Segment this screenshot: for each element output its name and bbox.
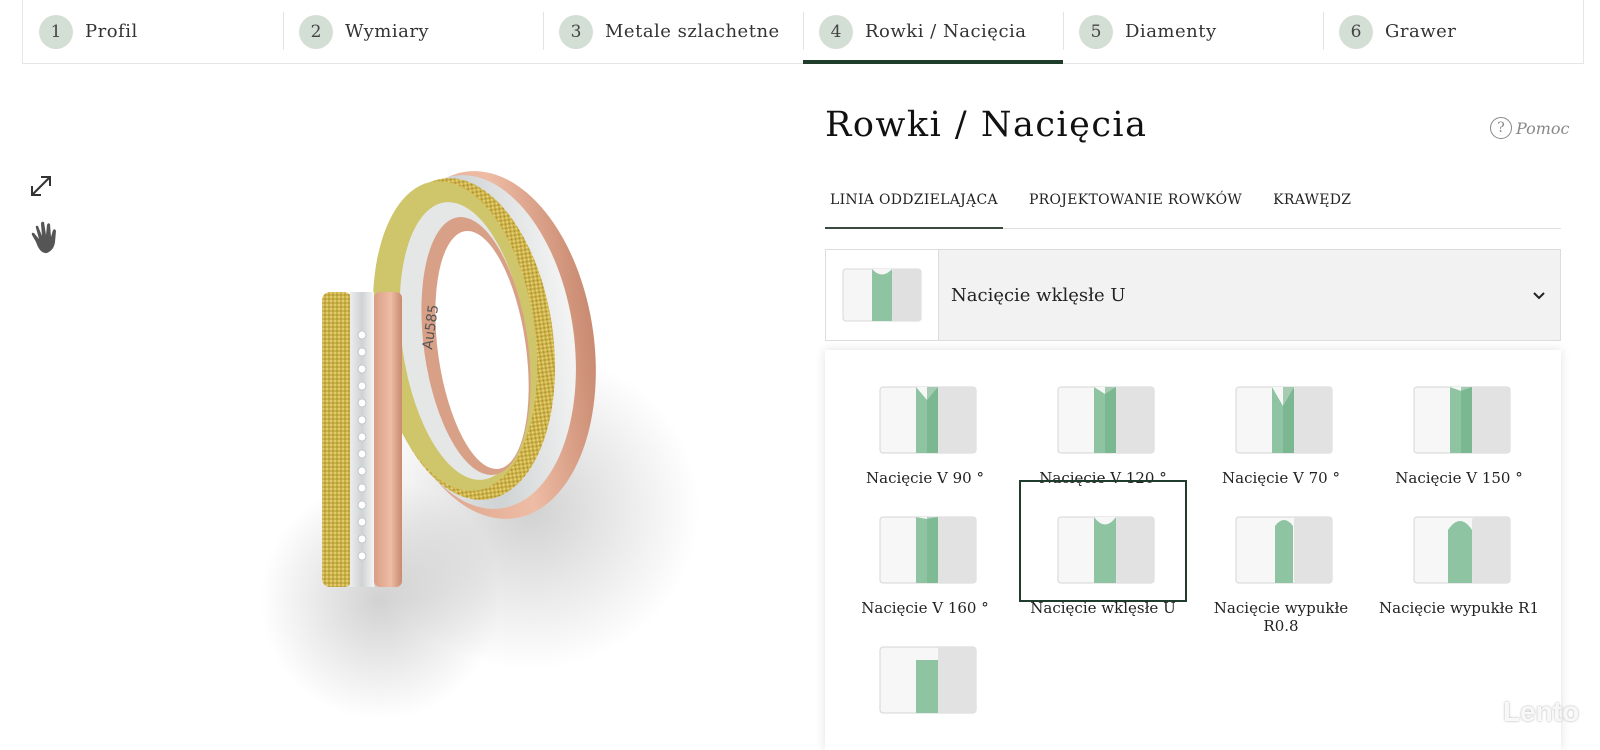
help-link[interactable]: ? Pomoc [1490,117,1570,139]
groove-r1-thumbnail [1413,516,1511,584]
step-label: Metale szlachetne [605,21,780,42]
step-label: Diamenty [1125,21,1217,42]
lento-watermark: Lento [1503,696,1580,727]
groove-options-dropdown: Nacięcie V 90 ° Nacięcie V 120 ° Nacięci… [825,350,1561,750]
step-number: 3 [559,14,593,49]
select-value: Nacięcie wklęsłe U [951,284,1126,306]
step-number: 5 [1079,14,1113,49]
option-label: Nacięcie wypukłe R1 [1379,599,1539,617]
groove-subtabs: LINIA ODDZIELAJĄCA PROJEKTOWANIE ROWKÓW … [825,178,1561,229]
help-icon: ? [1490,117,1512,139]
groove-type-select[interactable]: Nacięcie wklęsłe U [825,249,1561,341]
groove-v120-thumbnail [1057,386,1155,454]
option-label: Nacięcie wypukłe R0.8 [1213,599,1349,635]
page-title: Rowki / Nacięcia [825,105,1148,145]
step-label: Wymiary [345,21,430,42]
groove-v160-thumbnail [879,516,977,584]
groove-option-flat[interactable] [841,610,1009,732]
help-label: Pomoc [1516,118,1570,138]
ring-preview: Au585 [250,120,700,720]
groove-v90-thumbnail [879,386,977,454]
groove-option-u[interactable]: Nacięcie wklęsłe U [1019,480,1187,617]
groove-u-thumbnail [1057,516,1155,584]
step-grawer[interactable]: 6 Grawer [1323,0,1583,63]
step-number: 2 [299,14,333,49]
step-label: Profil [85,21,138,42]
configurator-steps: 1 Profil 2 Wymiary 3 Metale szlachetne 4… [22,0,1584,64]
small-ring [322,292,402,587]
step-metale[interactable]: 3 Metale szlachetne [543,0,803,63]
step-number: 4 [819,14,853,49]
expand-icon[interactable] [28,173,54,203]
step-wymiary[interactable]: 2 Wymiary [283,0,543,63]
step-diamenty[interactable]: 5 Diamenty [1063,0,1323,63]
chevron-down-icon [1532,286,1546,305]
step-number: 6 [1339,14,1373,49]
groove-option-v160[interactable]: Nacięcie V 160 ° [841,480,1009,617]
step-label: Grawer [1385,21,1457,42]
groove-flat-thumbnail [879,646,977,714]
groove-option-v70[interactable]: Nacięcie V 70 ° [1197,350,1365,487]
groove-option-v150[interactable]: Nacięcie V 150 ° [1375,350,1543,487]
groove-option-r08[interactable]: Nacięcie wypukłe R0.8 [1197,480,1365,635]
selected-groove-thumbnail [826,250,939,340]
step-rowki[interactable]: 4 Rowki / Nacięcia [803,0,1063,64]
hand-icon[interactable] [27,220,63,260]
option-label: Nacięcie wklęsłe U [1030,599,1176,617]
groove-option-v120[interactable]: Nacięcie V 120 ° [1019,350,1187,487]
groove-r08-thumbnail [1235,516,1333,584]
step-label: Rowki / Nacięcia [865,21,1027,42]
groove-v70-thumbnail [1235,386,1333,454]
groove-option-r1[interactable]: Nacięcie wypukłe R1 [1375,480,1543,617]
step-profil[interactable]: 1 Profil [23,0,283,63]
groove-option-v90[interactable]: Nacięcie V 90 ° [841,350,1009,487]
step-number: 1 [39,14,73,49]
groove-v150-thumbnail [1413,386,1511,454]
tab-linia-oddzielajaca[interactable]: LINIA ODDZIELAJĄCA [825,178,1003,229]
tab-krawedz[interactable]: KRAWĘDZ [1268,178,1356,228]
tab-projektowanie-rowkow[interactable]: PROJEKTOWANIE ROWKÓW [1024,178,1247,228]
